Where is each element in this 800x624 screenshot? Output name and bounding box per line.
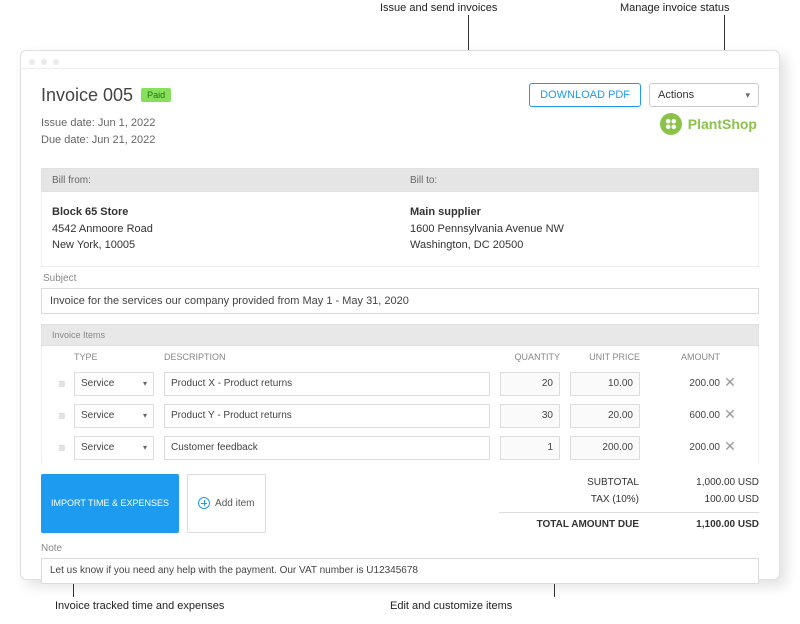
download-pdf-button[interactable]: DOWNLOAD PDF xyxy=(529,83,641,107)
item-qty-input[interactable] xyxy=(500,372,560,396)
items-column-header: TYPE DESCRIPTION QUANTITY UNIT PRICE AMO… xyxy=(41,346,759,368)
chevron-down-icon: ▾ xyxy=(143,443,147,452)
annotation-bottom-right: Edit and customize items xyxy=(390,600,512,612)
item-unit-price-input[interactable] xyxy=(570,404,640,428)
app-window: Invoice 005 Paid DOWNLOAD PDF Actions ▾ … xyxy=(20,50,780,580)
brand-logo: PlantShop xyxy=(660,113,757,135)
item-type-select[interactable]: Service▾ xyxy=(74,404,154,428)
item-unit-price-input[interactable] xyxy=(570,372,640,396)
bill-from-name: Block 65 Store xyxy=(52,204,400,221)
window-dot xyxy=(41,59,47,65)
note-input[interactable] xyxy=(41,558,759,584)
actions-label: Actions xyxy=(658,89,694,101)
item-qty-input[interactable] xyxy=(500,404,560,428)
invoice-item-row: ≡Service▾ 200.00✕ xyxy=(41,432,759,464)
plus-icon xyxy=(198,497,210,509)
chevron-down-icon: ▾ xyxy=(143,379,147,388)
totals: SUBTOTAL1,000.00 USD TAX (10%)100.00 USD… xyxy=(499,474,759,533)
annotation-bottom-left: Invoice tracked time and expenses xyxy=(55,600,224,612)
annotation-top-right: Manage invoice status xyxy=(620,2,729,14)
bill-to-label: Bill to: xyxy=(400,175,758,186)
invoice-items-header: Invoice Items xyxy=(41,324,759,346)
due-date: Due date: Jun 21, 2022 xyxy=(41,132,759,149)
item-qty-input[interactable] xyxy=(500,436,560,460)
invoice-title: Invoice 005 xyxy=(41,85,133,106)
drag-handle-icon[interactable]: ≡ xyxy=(50,441,74,455)
item-amount: 200.00 xyxy=(640,378,720,389)
delete-row-button[interactable]: ✕ xyxy=(720,374,740,394)
item-type-select[interactable]: Service▾ xyxy=(74,436,154,460)
add-item-button[interactable]: Add item xyxy=(187,474,265,533)
issue-date: Issue date: Jun 1, 2022 xyxy=(41,115,759,132)
bill-to-line2: Washington, DC 20500 xyxy=(410,237,758,254)
bill-from: Block 65 Store 4542 Anmoore Road New Yor… xyxy=(42,204,400,254)
logo-icon xyxy=(660,113,682,135)
subject-input[interactable] xyxy=(41,288,759,314)
bill-from-line1: 4542 Anmoore Road xyxy=(52,221,400,238)
actions-dropdown[interactable]: Actions ▾ xyxy=(649,83,759,107)
drag-handle-icon[interactable]: ≡ xyxy=(50,409,74,423)
item-description-input[interactable] xyxy=(164,436,490,460)
bill-to: Main supplier 1600 Pennsylvania Avenue N… xyxy=(400,204,758,254)
add-item-label: Add item xyxy=(215,498,254,509)
chevron-down-icon: ▾ xyxy=(745,90,750,101)
subject-label: Subject xyxy=(41,273,759,284)
drag-handle-icon[interactable]: ≡ xyxy=(50,377,74,391)
window-titlebar xyxy=(21,51,779,69)
item-unit-price-input[interactable] xyxy=(570,436,640,460)
bill-to-line1: 1600 Pennsylvania Avenue NW xyxy=(410,221,758,238)
item-description-input[interactable] xyxy=(164,372,490,396)
logo-text: PlantShop xyxy=(688,116,757,132)
annotation-top-mid: Issue and send invoices xyxy=(380,2,497,14)
status-badge: Paid xyxy=(141,88,171,102)
bill-from-line2: New York, 10005 xyxy=(52,237,400,254)
window-dot xyxy=(53,59,59,65)
invoice-item-row: ≡Service▾ 600.00✕ xyxy=(41,400,759,432)
window-dot xyxy=(29,59,35,65)
delete-row-button[interactable]: ✕ xyxy=(720,406,740,426)
item-type-select[interactable]: Service▾ xyxy=(74,372,154,396)
bill-to-name: Main supplier xyxy=(410,204,758,221)
item-amount: 200.00 xyxy=(640,442,720,453)
invoice-item-row: ≡Service▾ 200.00✕ xyxy=(41,368,759,400)
item-amount: 600.00 xyxy=(640,410,720,421)
chevron-down-icon: ▾ xyxy=(143,411,147,420)
note-label: Note xyxy=(41,543,759,554)
import-time-expenses-button[interactable]: IMPORT TIME & EXPENSES xyxy=(41,474,179,533)
item-description-input[interactable] xyxy=(164,404,490,428)
bill-from-label: Bill from: xyxy=(42,175,400,186)
delete-row-button[interactable]: ✕ xyxy=(720,438,740,458)
